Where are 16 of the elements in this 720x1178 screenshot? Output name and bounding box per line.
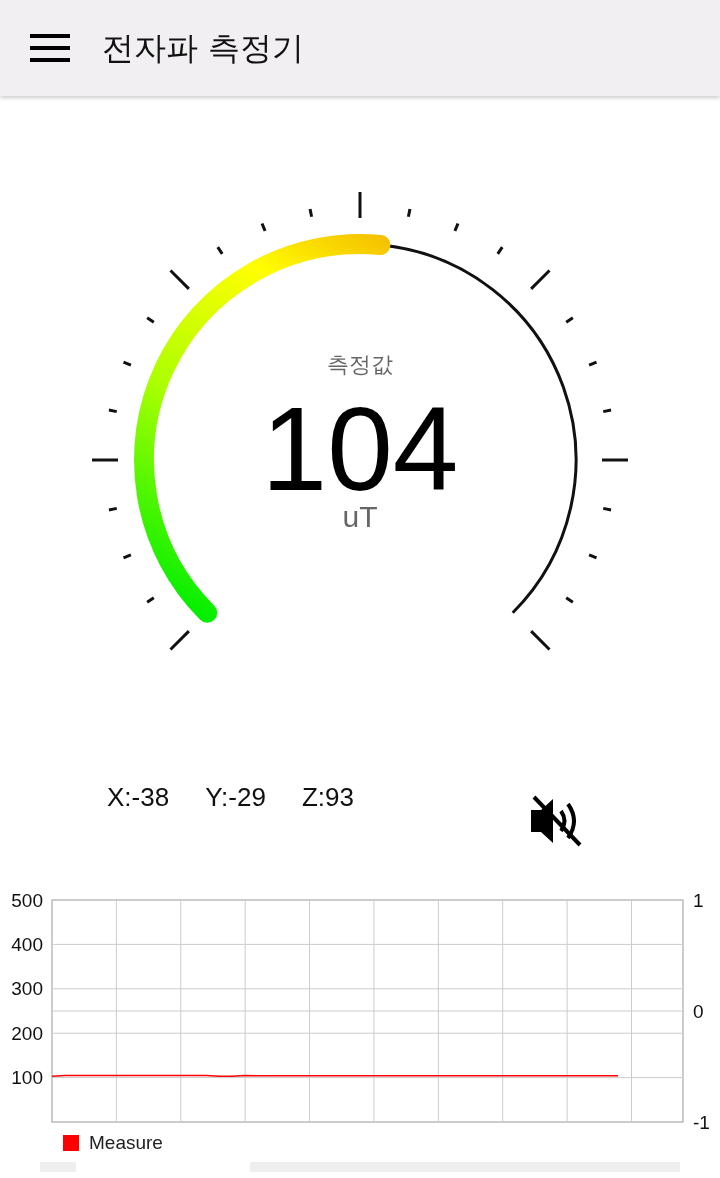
- axis-tick-label: -1: [693, 1112, 710, 1133]
- axis-tick-label: 0: [693, 1001, 704, 1022]
- axis-tick-label: 300: [11, 978, 43, 1000]
- axis-reading: Y:-29: [205, 781, 266, 814]
- axis-reading: Z:93: [301, 781, 354, 814]
- axis-tick-label: 1: [693, 890, 704, 911]
- axis-tick-label: 100: [11, 1067, 43, 1089]
- axis-reading: X:-38: [107, 781, 170, 814]
- mute-icon[interactable]: [528, 794, 584, 848]
- axis-tick-label: 400: [11, 933, 43, 955]
- menu-icon[interactable]: [30, 34, 70, 62]
- app-title: 전자파 측정기: [102, 28, 305, 69]
- axis-tick-label: 500: [11, 889, 43, 911]
- gauge-label: 측정값: [327, 354, 393, 376]
- legend-label: Measure: [89, 1130, 163, 1155]
- axis-tick-label: 200: [11, 1022, 43, 1044]
